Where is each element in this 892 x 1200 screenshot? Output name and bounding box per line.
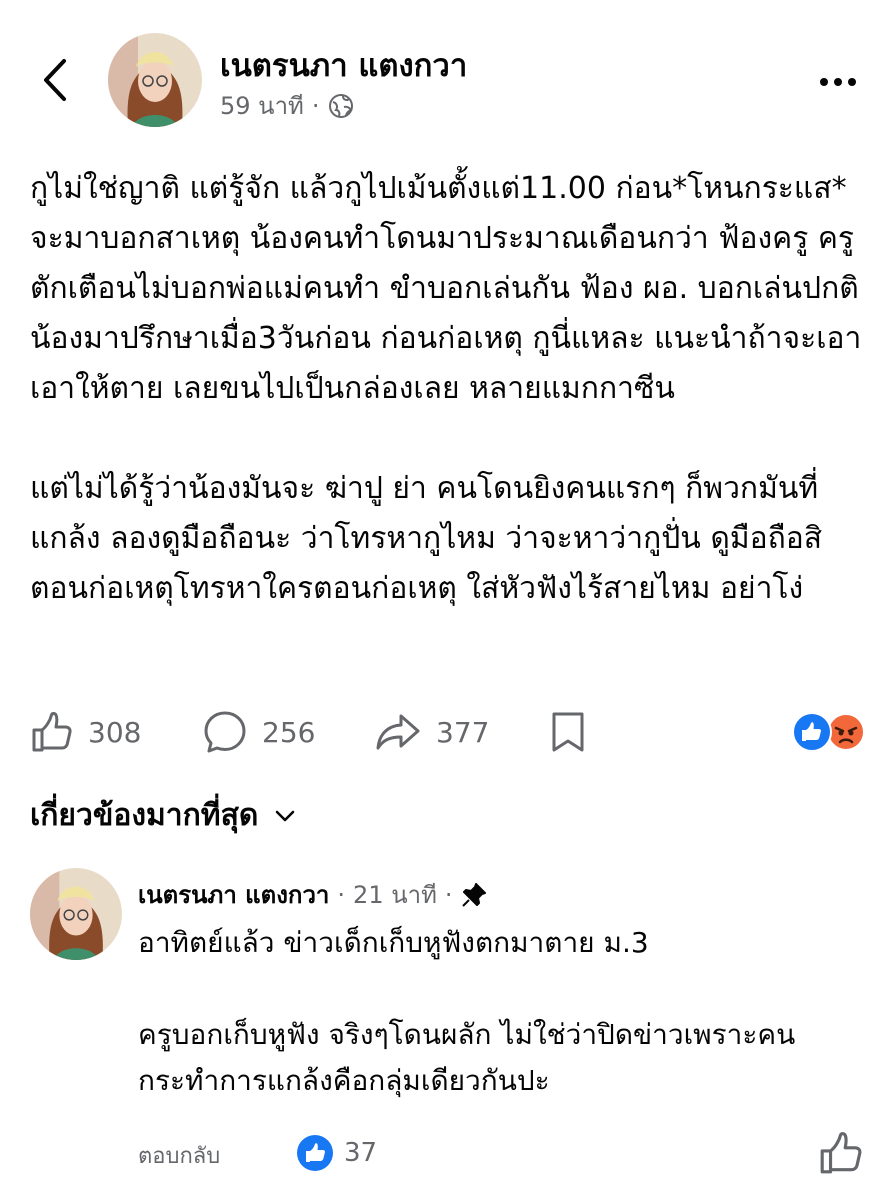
globe-icon: [328, 93, 353, 118]
reply-button[interactable]: ตอบกลับ: [138, 1138, 220, 1173]
meta-separator: ·: [444, 880, 453, 909]
more-options-button[interactable]: [808, 62, 868, 98]
commenter-name[interactable]: เนตรนภา แตงกวา: [138, 875, 329, 914]
comment-count: 256: [262, 715, 316, 749]
more-icon: [817, 71, 859, 90]
author-name[interactable]: เนตรนภา แตงกวา: [220, 40, 467, 90]
share-count: 377: [436, 715, 490, 749]
share-icon: [376, 714, 420, 750]
comment-button[interactable]: 256: [202, 704, 315, 760]
like-icon: [820, 1132, 862, 1174]
comment-reactions[interactable]: 37: [296, 1134, 377, 1172]
meta-separator: ·: [311, 91, 320, 120]
comment-text: อาทิตย์แล้ว ข่าวเด็กเก็บหูฟังตกมาตาย ม.3…: [138, 920, 868, 1104]
like-count: 308: [88, 715, 142, 749]
save-button[interactable]: [548, 704, 588, 760]
share-button[interactable]: 377: [374, 704, 489, 760]
comment-icon: [204, 711, 246, 753]
post-paragraph: กูไม่ใช่ญาติ แต่รู้จัก แล้วกูไปเม้นตั้งแ…: [30, 171, 862, 406]
comment-filter-dropdown[interactable]: เกี่ยวข้องมากที่สุด: [30, 792, 296, 839]
comment-header: เนตรนภา แตงกวา · 21 นาที ·: [138, 875, 487, 914]
comment-paragraph: อาทิตย์แล้ว ข่าวเด็กเก็บหูฟังตกมาตาย ม.3: [138, 926, 649, 959]
back-button[interactable]: [30, 52, 80, 108]
comment-paragraph: ครูบอกเก็บหูฟัง จริงๆโดนผลัก ไม่ใช่ว่าปิ…: [138, 1018, 796, 1097]
comment-time[interactable]: 21 นาที: [353, 875, 437, 914]
post-paragraph: แต่ไม่ได้รู้ว่าน้องมันจะ ฆ่าปู ย่า คนโดน…: [30, 471, 823, 606]
chevron-down-icon: [276, 810, 295, 821]
comment-like-count: 37: [344, 1138, 378, 1168]
bookmark-icon: [552, 712, 584, 752]
filter-label: เกี่ยวข้องมากที่สุด: [30, 798, 259, 833]
post-meta: 59 นาที ·: [220, 86, 354, 125]
post-text: กูไม่ใช่ญาติ แต่รู้จัก แล้วกูไปเม้นตั้งแ…: [30, 164, 870, 614]
like-button[interactable]: 308: [30, 704, 141, 760]
comment-like-button[interactable]: [818, 1130, 864, 1176]
author-avatar[interactable]: [108, 33, 202, 127]
like-icon: [32, 712, 72, 752]
commenter-avatar[interactable]: [30, 868, 122, 960]
meta-separator: ·: [337, 880, 346, 909]
post-time[interactable]: 59 นาที: [220, 86, 304, 125]
angry-reaction-icon: [827, 713, 865, 751]
like-reaction-icon: [297, 1135, 333, 1171]
like-reaction-icon: [792, 712, 832, 752]
back-arrow-icon: [44, 59, 66, 101]
pin-icon: [461, 882, 486, 907]
reactions-summary[interactable]: [790, 712, 870, 752]
